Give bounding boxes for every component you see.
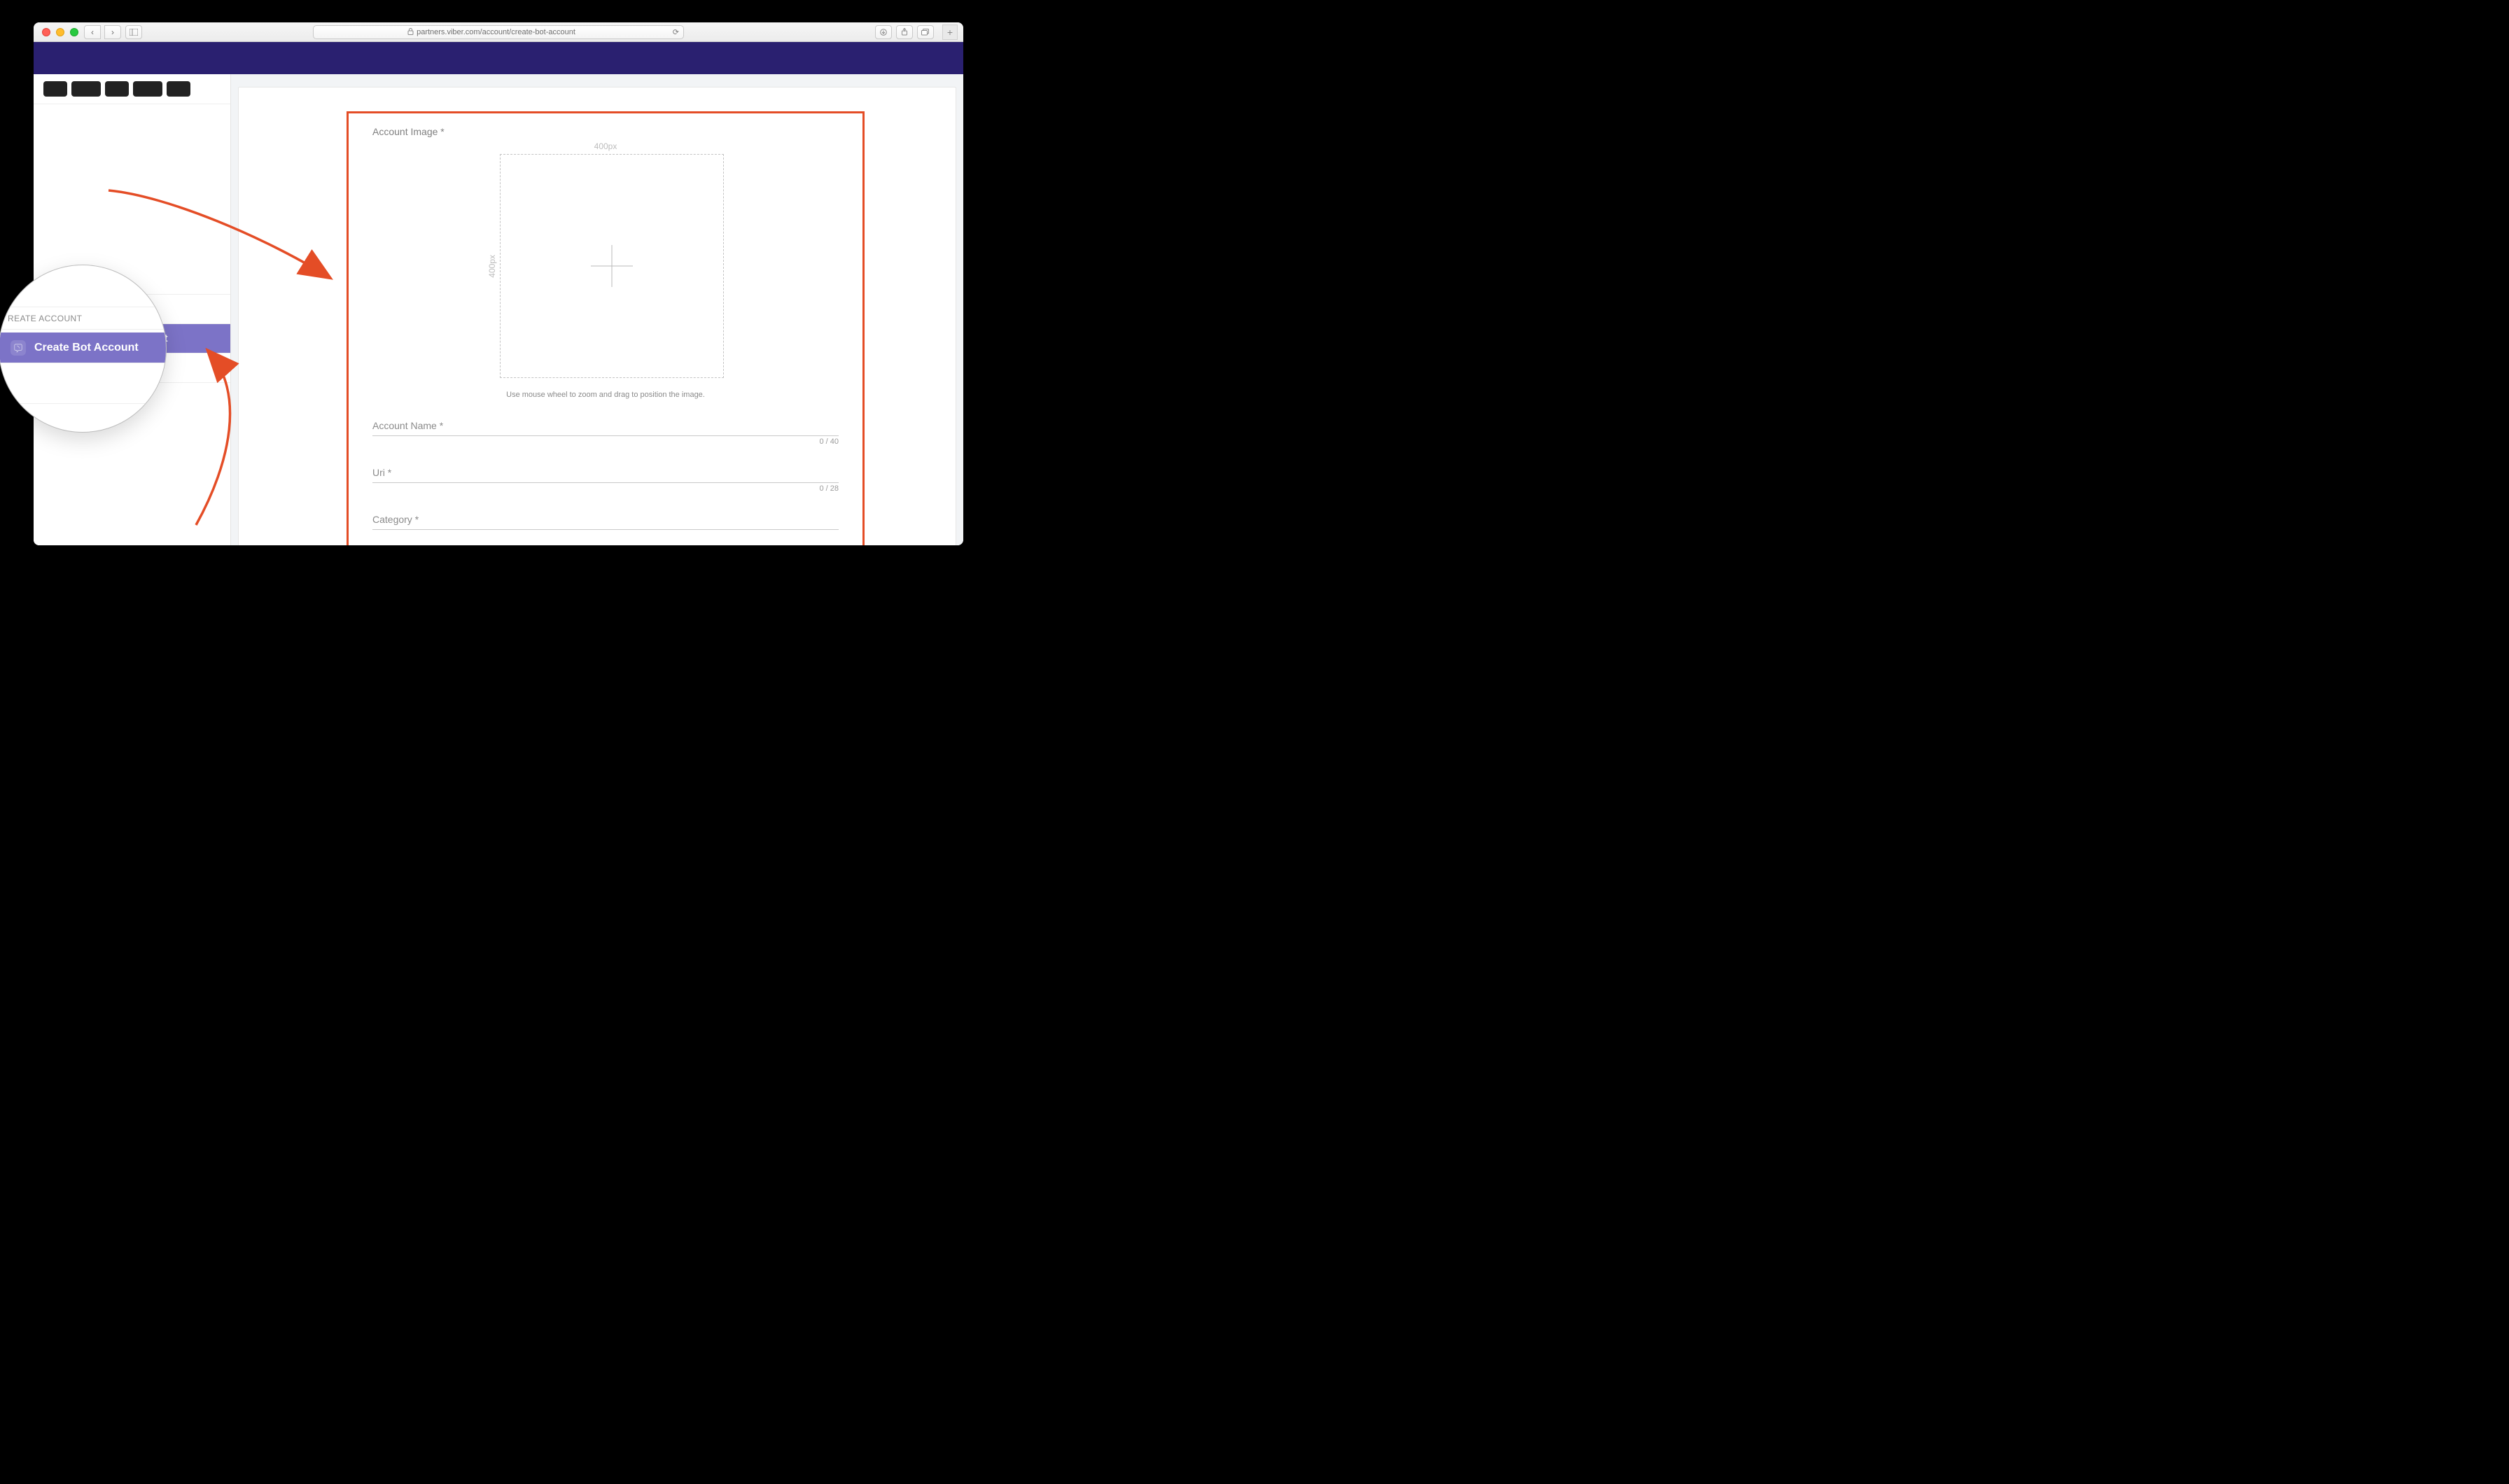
form-highlight-box: Account Image * 400px 400px Use mouse wh… xyxy=(347,111,865,545)
close-window-button[interactable] xyxy=(42,28,50,36)
share-button[interactable] xyxy=(896,25,913,39)
browser-titlebar: ‹ › partners.viber.com/account/create-bo… xyxy=(34,22,963,42)
minimize-window-button[interactable] xyxy=(56,28,64,36)
category-field: Category * xyxy=(372,511,839,530)
sidebar-chip xyxy=(71,81,101,97)
form-card: Account Image * 400px 400px Use mouse wh… xyxy=(238,87,956,545)
page-content: CREATE ACCOUNT Create Bot Account Accoun… xyxy=(34,42,963,545)
new-tab-button[interactable]: + xyxy=(942,24,958,40)
magnifier-active-item: Create Bot Account xyxy=(0,332,166,363)
address-bar[interactable]: partners.viber.com/account/create-bot-ac… xyxy=(313,25,684,39)
safari-window: ‹ › partners.viber.com/account/create-bo… xyxy=(34,22,963,545)
image-width-hint: 400px xyxy=(372,141,839,151)
image-stage: 400px xyxy=(372,154,839,378)
account-image-label: Account Image * xyxy=(372,126,839,137)
image-dropzone[interactable] xyxy=(500,154,724,378)
url-text: partners.viber.com/account/create-bot-ac… xyxy=(417,28,575,36)
annotation-magnifier: REATE ACCOUNT Create Bot Account xyxy=(0,265,167,433)
sidebar-header xyxy=(34,74,230,104)
plus-icon xyxy=(591,245,633,287)
uri-field: Uri * 0 / 28 xyxy=(372,464,839,493)
uri-counter: 0 / 28 xyxy=(372,484,839,493)
viber-icon xyxy=(11,340,26,356)
toolbar-right: + xyxy=(875,24,958,40)
uri-input[interactable] xyxy=(372,464,839,483)
account-name-input[interactable] xyxy=(372,417,839,436)
account-name-counter: 0 / 40 xyxy=(372,438,839,446)
image-hint: Use mouse wheel to zoom and drag to posi… xyxy=(372,391,839,399)
account-name-field: Account Name * 0 / 40 xyxy=(372,417,839,446)
app-header xyxy=(34,42,963,74)
tabs-button[interactable] xyxy=(917,25,934,39)
downloads-button[interactable] xyxy=(875,25,892,39)
zoom-window-button[interactable] xyxy=(70,28,78,36)
main-area: Account Image * 400px 400px Use mouse wh… xyxy=(231,74,963,545)
window-controls xyxy=(39,28,78,36)
sidebar-chip xyxy=(43,81,67,97)
sidebar-chip xyxy=(105,81,129,97)
nav-group: ‹ › xyxy=(84,25,142,39)
magnifier-section-label: REATE ACCOUNT xyxy=(8,314,82,323)
sidebar-chip xyxy=(133,81,162,97)
magnifier-active-label: Create Bot Account xyxy=(34,342,139,354)
reload-button[interactable]: ⟳ xyxy=(673,28,679,37)
sidebar-toggle-button[interactable] xyxy=(125,25,142,39)
category-select[interactable] xyxy=(372,511,839,530)
lock-icon xyxy=(407,28,414,37)
forward-button[interactable]: › xyxy=(104,25,121,39)
sidebar-chip xyxy=(167,81,190,97)
image-height-hint: 400px xyxy=(487,255,497,278)
back-button[interactable]: ‹ xyxy=(84,25,101,39)
